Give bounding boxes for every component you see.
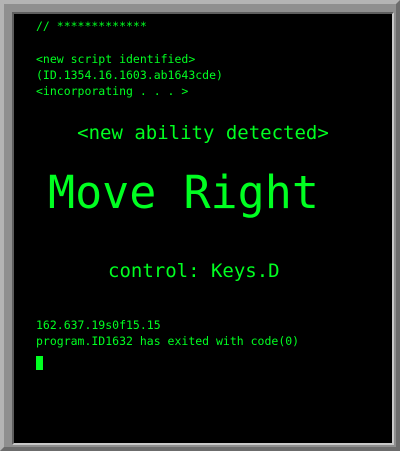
script-id-line: (ID.1354.16.1603.ab1643cde) bbox=[36, 68, 223, 82]
terminal-window-frame: // ************* <new script identified>… bbox=[0, 0, 400, 451]
comment-line: // ************* bbox=[36, 19, 147, 33]
terminal-screen: // ************* <new script identified>… bbox=[12, 12, 394, 445]
exit-code-line: program.ID1632 has exited with code(0) bbox=[36, 334, 300, 348]
ability-detected-message: <new ability detected> bbox=[77, 122, 329, 144]
ability-name-title: Move Right bbox=[48, 166, 319, 219]
incorporating-line: <incorporating . . . > bbox=[36, 84, 189, 98]
timing-line: 162.637.19s0f15.15 bbox=[36, 318, 161, 332]
terminal-cursor bbox=[36, 356, 43, 370]
control-key-label: control: Keys.D bbox=[108, 260, 280, 282]
script-identified-line: <new script identified> bbox=[36, 52, 196, 66]
